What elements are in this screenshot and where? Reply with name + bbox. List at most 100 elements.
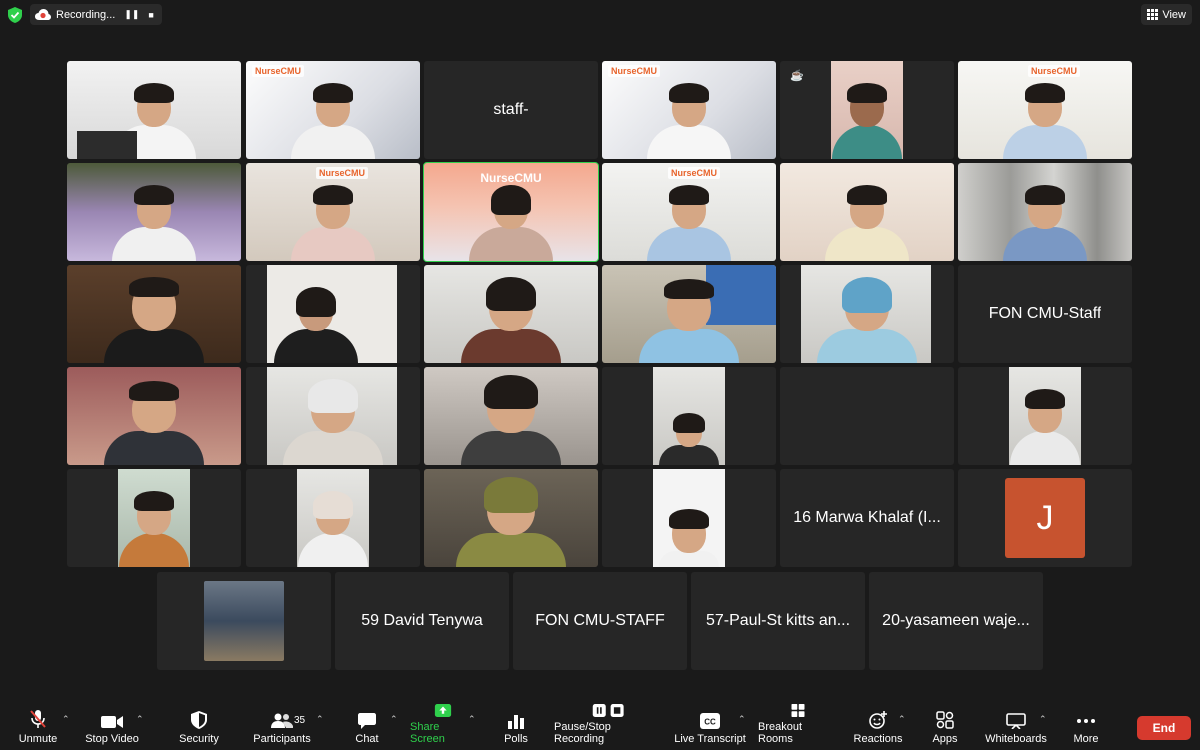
participant-tile-video-off[interactable]	[780, 367, 954, 465]
participant-tile[interactable]	[424, 265, 598, 363]
participant-tile[interactable]: 16 Marwa Khalaf (I...	[780, 469, 954, 567]
participant-avatar: J	[1005, 478, 1085, 558]
participant-tile-active-speaker[interactable]: NurseCMU	[423, 162, 599, 262]
participant-figure	[469, 185, 553, 261]
coffee-icon: ☕	[790, 70, 804, 82]
pause-stop-recording-icon	[592, 704, 624, 717]
participant-tile[interactable]: staff-	[424, 61, 598, 159]
participant-tile[interactable]	[958, 367, 1132, 465]
participants-button[interactable]: Participants	[251, 704, 313, 750]
pause-stop-recording-button[interactable]: Pause/Stop Recording	[554, 704, 664, 750]
participant-tile[interactable]: ☕	[780, 61, 954, 159]
participant-figure	[461, 375, 561, 465]
participant-tile[interactable]: NurseCMU	[602, 163, 776, 261]
participant-name: 16 Marwa Khalaf (I...	[793, 509, 941, 526]
participant-tile[interactable]: NurseCMU	[246, 163, 420, 261]
participant-tile[interactable]	[246, 367, 420, 465]
participant-tile[interactable]: 57-Paul-St kitts an...	[691, 572, 865, 670]
participant-name: 57-Paul-St kitts an...	[705, 612, 851, 629]
reactions-label: Reactions	[853, 733, 903, 745]
nursecmu-banner: NurseCMU	[480, 171, 542, 185]
participant-tile[interactable]	[424, 367, 598, 465]
participant-tile[interactable]	[246, 265, 420, 363]
chat-button[interactable]: Chat	[352, 704, 382, 750]
share-screen-button[interactable]: Share Screen	[410, 704, 476, 750]
participant-tile[interactable]	[67, 265, 241, 363]
participant-figure	[461, 277, 561, 363]
participant-figure	[298, 491, 368, 567]
participants-options-chevron-icon[interactable]: ⌃	[316, 714, 324, 725]
whiteboards-options-chevron-icon[interactable]: ⌃	[1039, 714, 1047, 725]
participant-tile[interactable]	[67, 163, 241, 261]
apps-icon	[936, 711, 954, 729]
participant-tile[interactable]	[958, 163, 1132, 261]
end-meeting-button[interactable]: End	[1137, 716, 1191, 740]
audio-options-chevron-icon[interactable]: ⌃	[62, 714, 70, 725]
participant-figure	[1010, 389, 1080, 465]
breakout-rooms-button[interactable]: Breakout Rooms	[758, 704, 838, 750]
view-button[interactable]: View	[1141, 4, 1192, 25]
unmute-label: Unmute	[18, 733, 58, 745]
participant-figure	[112, 185, 196, 261]
participant-tile[interactable]: FON CMU-STAFF	[513, 572, 687, 670]
encryption-shield-icon[interactable]	[8, 7, 22, 23]
pause-recording-icon[interactable]: ❚❚	[124, 9, 139, 20]
avatar-letter: J	[1036, 498, 1054, 537]
participant-tile[interactable]	[780, 163, 954, 261]
live-transcript-label: Live Transcript	[674, 733, 746, 745]
unmute-button[interactable]: Unmute	[16, 704, 60, 750]
live-transcript-button[interactable]: CC Live Transcript	[674, 704, 746, 750]
participant-tile[interactable]: 20-yasameen waje...	[869, 572, 1043, 670]
stop-video-button[interactable]: Stop Video	[84, 704, 140, 750]
top-bar: Recording... ❚❚ ■ View	[0, 0, 1200, 30]
participant-name: 59 David Tenywa	[361, 612, 483, 629]
meeting-toolbar: Unmute ⌃ Stop Video ⌃ Security Participa…	[0, 704, 1200, 750]
recording-indicator[interactable]: Recording... ❚❚ ■	[30, 4, 162, 25]
more-dots-icon	[1077, 719, 1095, 723]
participant-tile[interactable]	[602, 367, 776, 465]
chat-options-chevron-icon[interactable]: ⌃	[390, 714, 398, 725]
participant-tile[interactable]	[157, 572, 331, 670]
participant-tile[interactable]: J	[958, 469, 1132, 567]
participant-figure	[119, 491, 189, 567]
reactions-button[interactable]: Reactions	[853, 704, 903, 750]
participant-tile[interactable]	[67, 469, 241, 567]
smiley-reaction-icon	[869, 711, 887, 729]
participants-count: 35	[294, 715, 306, 726]
polls-button[interactable]: Polls	[501, 704, 531, 750]
apps-button[interactable]: Apps	[930, 704, 960, 750]
participant-tile[interactable]: 59 David Tenywa	[335, 572, 509, 670]
security-button[interactable]: Security	[176, 704, 222, 750]
participant-tile[interactable]: NurseCMU	[958, 61, 1132, 159]
participant-tile[interactable]: FON CMU-Staff	[958, 265, 1132, 363]
participant-tile[interactable]	[602, 469, 776, 567]
cloud-icon	[35, 8, 51, 20]
participant-tile[interactable]	[780, 265, 954, 363]
share-options-chevron-icon[interactable]: ⌃	[468, 714, 476, 725]
participant-tile[interactable]	[602, 265, 776, 363]
stop-video-label: Stop Video	[85, 733, 139, 745]
chat-label: Chat	[355, 733, 379, 745]
nursecmu-logo: NurseCMU	[252, 65, 305, 77]
participant-figure	[659, 509, 719, 567]
stop-recording-icon[interactable]: ■	[148, 10, 153, 20]
security-label: Security	[179, 733, 219, 745]
participant-figure	[647, 185, 731, 261]
participant-figure	[817, 277, 917, 363]
more-button[interactable]: More	[1070, 704, 1102, 750]
participant-tile[interactable]	[67, 367, 241, 465]
video-options-chevron-icon[interactable]: ⌃	[136, 714, 144, 725]
svg-text:CC: CC	[704, 718, 716, 727]
participant-tile[interactable]: NurseCMU	[246, 61, 420, 159]
participant-tile[interactable]	[67, 61, 241, 159]
nursecmu-logo: NurseCMU	[1028, 65, 1081, 77]
transcript-options-chevron-icon[interactable]: ⌃	[738, 714, 746, 725]
participant-tile[interactable]	[424, 469, 598, 567]
participant-figure	[456, 477, 566, 567]
participant-tile[interactable]	[246, 469, 420, 567]
participant-name: FON CMU-Staff	[988, 305, 1102, 322]
participant-tile[interactable]: NurseCMU	[602, 61, 776, 159]
whiteboards-button[interactable]: Whiteboards	[984, 704, 1048, 750]
reactions-options-chevron-icon[interactable]: ⌃	[898, 714, 906, 725]
participant-name: staff-	[493, 101, 529, 118]
